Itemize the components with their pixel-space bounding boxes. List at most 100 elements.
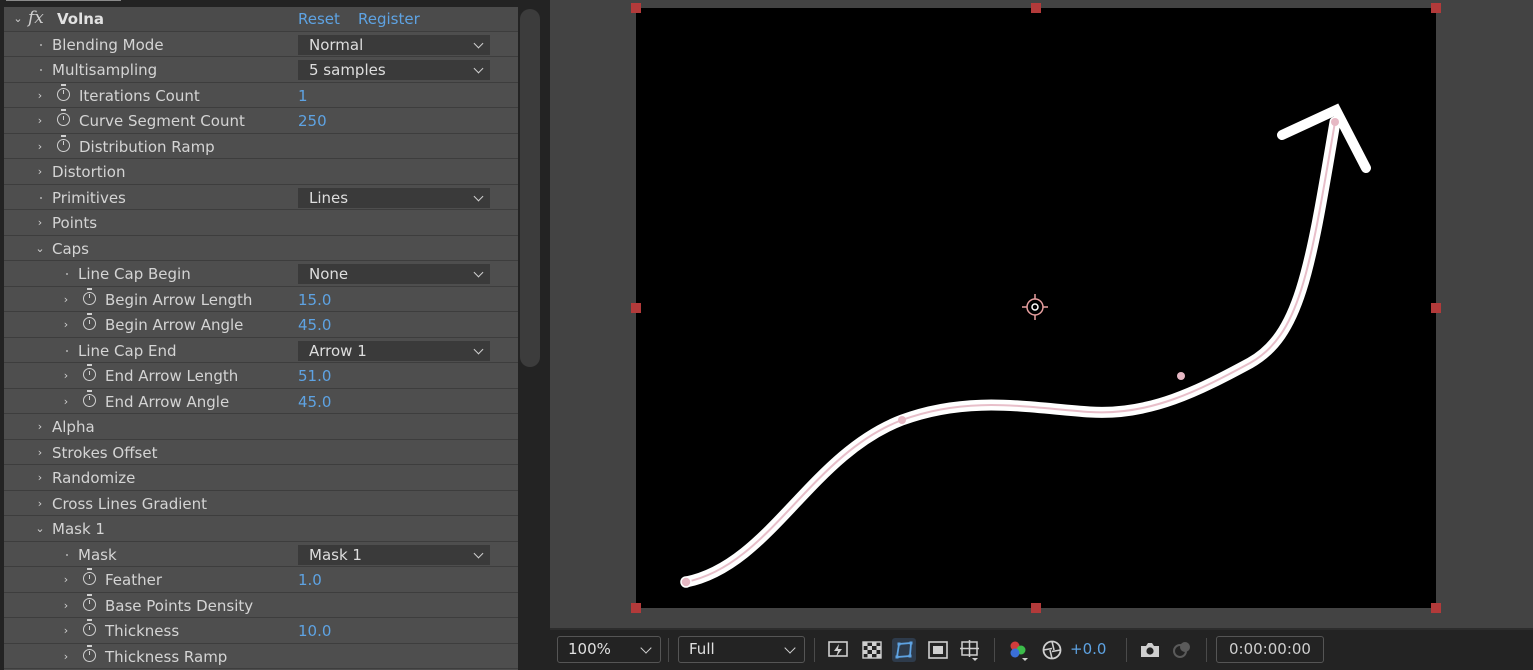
transparency-grid-icon[interactable] [860,638,884,662]
camera-snapshot-icon[interactable] [1138,638,1162,662]
chevron-right-icon[interactable]: › [34,109,46,133]
property-group-cross-lines-gradient[interactable]: › Cross Lines Gradient [4,492,518,516]
fast-previews-icon[interactable] [826,638,850,662]
end-arrow-length-value[interactable]: 51.0 [298,364,331,388]
chevron-right-icon[interactable]: › [60,288,72,312]
stopwatch-icon[interactable] [83,644,96,662]
stopwatch-icon[interactable] [57,109,70,126]
resolution-dropdown[interactable]: Full [678,636,805,663]
handle-middle-right[interactable] [1431,303,1441,313]
handle-top-right[interactable] [1431,3,1441,13]
property-group-distortion[interactable]: › Distortion [4,160,518,185]
handle-bottom-center[interactable] [1031,603,1041,613]
scrollbar-thumb[interactable] [520,9,540,367]
composition-canvas[interactable] [550,0,1533,628]
chevron-down-icon [473,344,484,354]
zoom-dropdown[interactable]: 100% [557,636,661,663]
property-row-end-arrow-length: › End Arrow Length 51.0 [4,364,518,389]
fx-icon: fx [28,8,44,28]
chevron-right-icon[interactable]: › [34,492,46,516]
chevron-right-icon[interactable]: › [34,211,46,235]
feather-value[interactable]: 1.0 [298,568,322,592]
handle-middle-left[interactable] [631,303,641,313]
blending-mode-dropdown[interactable]: Normal [298,34,490,55]
property-group-caps[interactable]: ⌄ Caps [4,237,518,261]
property-bullet [66,273,68,275]
chevron-right-icon[interactable]: › [34,441,46,465]
property-group-strokes-offset[interactable]: › Strokes Offset [4,441,518,465]
handle-bottom-left[interactable] [631,603,641,613]
property-label: Line Cap End [78,341,177,360]
current-time-display[interactable]: 0:00:00:00 [1216,636,1324,663]
handle-bottom-right[interactable] [1431,603,1441,613]
chevron-right-icon[interactable]: › [60,313,72,337]
mask-vertex[interactable] [1177,372,1185,380]
property-group-randomize[interactable]: › Randomize [4,466,518,491]
mask-vertex[interactable] [898,416,906,424]
stopwatch-icon[interactable] [57,134,70,152]
line-cap-end-dropdown[interactable]: Arrow 1 [298,340,490,361]
reset-button[interactable]: Reset [298,7,340,31]
dropdown-value: Normal [309,35,364,54]
property-row-distribution-ramp: › Distribution Ramp [4,134,518,159]
effect-header-row[interactable]: ⌄ fx Volna Reset Register [4,7,518,32]
chevron-down-icon[interactable]: ⌄ [34,237,46,261]
property-row-curve-segment-count: › Curve Segment Count 250 [4,109,518,134]
stopwatch-icon[interactable] [83,313,96,330]
chevron-right-icon[interactable]: › [60,364,72,388]
chevron-right-icon[interactable]: › [60,390,72,414]
stopwatch-icon[interactable] [83,593,96,611]
grid-guides-icon[interactable] [958,638,982,662]
handle-top-center[interactable] [1031,3,1041,13]
property-row-blending-mode: Blending Mode Normal [4,33,518,57]
property-bullet [40,196,42,199]
property-group-points[interactable]: › Points [4,211,518,236]
chevron-right-icon[interactable]: › [34,84,46,108]
chevron-right-icon[interactable]: › [60,594,72,618]
stopwatch-icon[interactable] [83,364,96,381]
line-cap-begin-dropdown[interactable]: None [298,264,490,284]
stopwatch-icon[interactable] [83,389,96,407]
dropdown-value: None [309,265,349,283]
mask-vertex[interactable] [680,576,692,588]
primitives-dropdown[interactable]: Lines [298,187,490,208]
stopwatch-icon[interactable] [57,83,70,101]
show-snapshot-icon[interactable] [1170,638,1194,662]
stopwatch-icon[interactable] [83,287,96,305]
end-arrow-angle-value[interactable]: 45.0 [298,390,331,414]
chevron-right-icon[interactable]: › [34,466,46,490]
property-bullet [40,69,42,71]
chevron-down-icon [473,191,484,201]
stopwatch-icon[interactable] [83,568,96,585]
property-bullet [66,349,68,352]
property-row-thickness-ramp: › Thickness Ramp [4,644,518,669]
chevron-right-icon[interactable]: › [34,415,46,439]
multisampling-dropdown[interactable]: 5 samples [298,60,490,80]
exposure-value[interactable]: +0.0 [1070,636,1106,663]
exposure-reset-icon[interactable] [1040,638,1064,662]
begin-arrow-length-value[interactable]: 15.0 [298,288,331,312]
chevron-right-icon[interactable]: › [34,160,46,184]
stopwatch-icon[interactable] [83,619,96,636]
property-group-mask-1[interactable]: ⌄ Mask 1 [4,517,518,542]
thickness-value[interactable]: 10.0 [298,619,331,643]
group-label: Points [52,214,98,232]
chevron-down-icon[interactable]: ⌄ [34,517,46,541]
mask-dropdown[interactable]: Mask 1 [298,544,490,565]
register-button[interactable]: Register [358,7,420,31]
show-channel-icon[interactable] [1006,638,1030,662]
group-label: Cross Lines Gradient [52,494,208,513]
chevron-right-icon[interactable]: › [60,619,72,643]
handle-top-left[interactable] [631,3,641,13]
begin-arrow-angle-value[interactable]: 45.0 [298,313,331,337]
chevron-right-icon[interactable]: › [34,135,46,159]
chevron-right-icon[interactable]: › [60,645,72,669]
mask-visibility-icon[interactable] [892,638,916,662]
property-group-alpha[interactable]: › Alpha [4,415,518,440]
iterations-count-value[interactable]: 1 [298,84,308,108]
region-of-interest-icon[interactable] [926,638,950,662]
mask-vertex[interactable] [1331,118,1339,126]
chevron-down-icon[interactable]: ⌄ [12,7,24,31]
curve-segment-count-value[interactable]: 250 [298,109,327,133]
chevron-right-icon[interactable]: › [60,568,72,592]
